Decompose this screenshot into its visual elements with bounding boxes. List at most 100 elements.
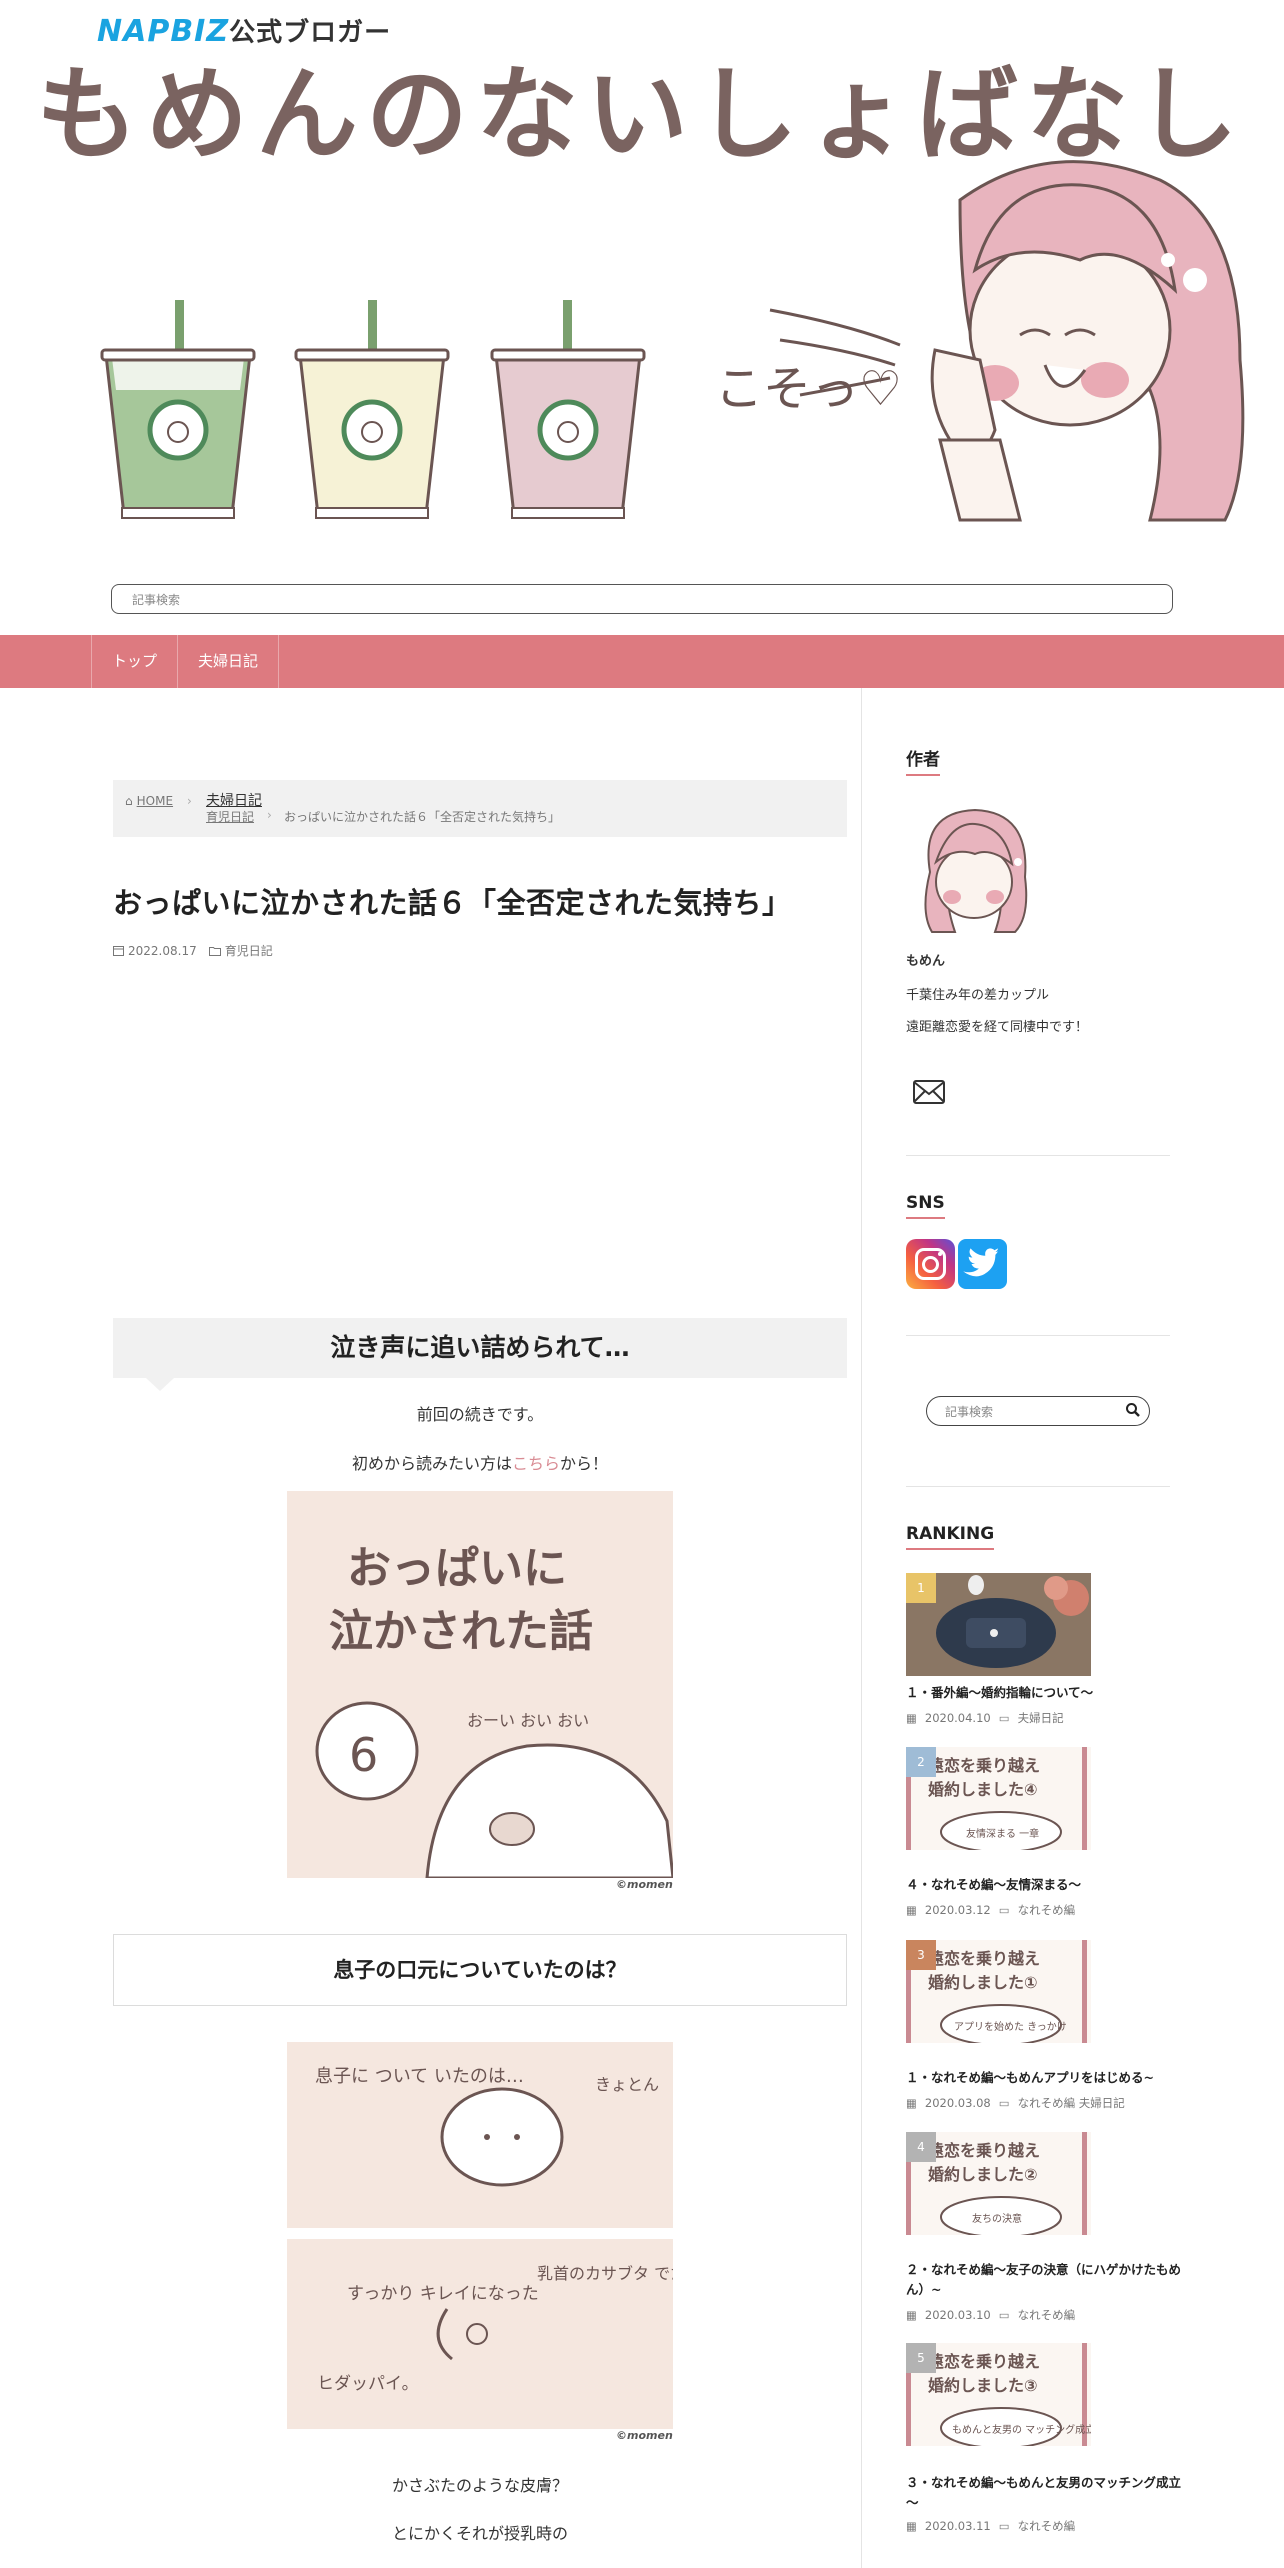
comic-text: ヒダッパイ。 xyxy=(317,2374,419,2394)
ranking-date: 2020.03.12 xyxy=(924,1903,991,1917)
header-illustration: こそっ♡ xyxy=(100,160,1245,522)
paragraph: かさぶたのような皮膚？ xyxy=(391,2476,568,2495)
mail-icon[interactable] xyxy=(912,1078,946,1106)
comic-panel-1: 息子に ついて いたのは… きょとん xyxy=(287,2042,673,2228)
nav-item-top[interactable]: トップ xyxy=(91,635,177,688)
post-category-link[interactable]: 育児日記 xyxy=(225,942,273,959)
svg-text:友情深まる 一章: 友情深まる 一章 xyxy=(966,1827,1039,1840)
svg-text:友ちの決意: 友ちの決意 xyxy=(972,2212,1022,2225)
instagram-icon[interactable] xyxy=(906,1239,955,1289)
svg-text:婚約しました③: 婚約しました③ xyxy=(928,2376,1038,2395)
site-header: NAPBIZ公式ブロガー もめんのないしょばなし こそっ♡ 記事検索 xyxy=(0,0,1284,635)
paragraph-with-link: 初めから読みたい方はこちらから！ xyxy=(351,1454,609,1473)
ranking-item[interactable]: 1 １・番外編～婚約指輪について～ ▦ 2020.04.10 ▭ 夫婦日記 xyxy=(906,1573,1170,1733)
read-from-start-link[interactable]: こちら xyxy=(512,1454,560,1473)
search-icon[interactable] xyxy=(1125,1402,1141,1418)
calendar-icon: ▦ xyxy=(906,2308,917,2322)
column-divider xyxy=(861,688,862,2568)
global-nav: トップ 夫婦日記 xyxy=(0,635,1284,688)
svg-text:遠恋を乗り越え: 遠恋を乗り越え xyxy=(928,1949,1040,1968)
comic-episode-number: 6 xyxy=(349,1728,378,1782)
folder-icon xyxy=(208,946,221,956)
ranking-date: 2020.04.10 xyxy=(924,1711,991,1725)
ranking-category[interactable]: 夫婦日記 xyxy=(1018,1710,1064,1726)
drink-cup-pink-icon xyxy=(490,300,646,519)
section-heading-h3: 息子の口元についていたのは？ xyxy=(113,1934,847,2006)
comic-text: 乳首のカサブタ でた!! xyxy=(537,2264,673,2283)
svg-text:遠恋を乗り越え: 遠恋を乗り越え xyxy=(928,2352,1040,2371)
sidebar-sns-heading: SNS xyxy=(906,1193,945,1219)
ranking-date: 2020.03.08 xyxy=(924,2096,991,2110)
sidebar-divider xyxy=(906,1335,1170,1336)
ranking-thumbnail[interactable]: 遠恋を乗り越え 婚約しました④ 友情深まる 一章 2 xyxy=(906,1747,1091,1850)
breadcrumb-home-link[interactable]: ⌂ HOME xyxy=(125,794,173,808)
comic-text: 息子に ついて いたのは… xyxy=(315,2066,524,2087)
ranking-thumbnail[interactable]: 遠恋を乗り越え 婚約しました② 友ちの決意 4 xyxy=(906,2132,1091,2235)
ranking-item[interactable]: 遠恋を乗り越え 婚約しました① アプリを始めた きっかけ 3 １・なれそめ編～も… xyxy=(906,1940,1170,2110)
svg-text:アプリを始めた きっかけ: アプリを始めた きっかけ xyxy=(954,2020,1067,2033)
section-heading-h2: 泣き声に追い詰められて… xyxy=(113,1318,847,1378)
folder-icon: ▭ xyxy=(998,1711,1010,1725)
author-bio-line1: 千葉住み年の差カップル xyxy=(906,988,1050,1003)
svg-text:遠恋を乗り越え: 遠恋を乗り越え xyxy=(928,2141,1040,2160)
breadcrumb: ⌂ HOME › 夫婦日記 育児日記 › おっぱいに泣かされた話６「全否定された気… xyxy=(113,780,847,837)
sidebar-ranking-heading: RANKING xyxy=(906,1524,995,1550)
ranking-thumbnail[interactable]: 1 xyxy=(906,1573,1091,1676)
sidebar-divider xyxy=(906,1155,1170,1156)
breadcrumb-category-link[interactable]: 夫婦日記 xyxy=(206,790,262,810)
ranking-thumbnail[interactable]: 遠恋を乗り越え 婚約しました① アプリを始めた きっかけ 3 xyxy=(906,1940,1091,2043)
breadcrumb-current: おっぱいに泣かされた話６「全否定された気持ち」 xyxy=(284,810,561,824)
ranking-title[interactable]: ４・なれそめ編～友情深まる～ xyxy=(906,1875,1186,1895)
comic-panel-2: 乳首のカサブタ でた!! すっかり キレイになった ヒダッパイ。 xyxy=(287,2239,673,2429)
ranking-badge: 2 xyxy=(906,1747,936,1777)
header-search-input[interactable]: 記事検索 xyxy=(111,584,1173,614)
ranking-badge: 3 xyxy=(906,1940,936,1970)
author-bio-line2: 遠距離恋愛を経て同棲中です！ xyxy=(906,1020,1089,1035)
calendar-icon: ▦ xyxy=(906,2519,917,2533)
drink-cup-green-icon xyxy=(100,300,256,519)
ranking-category[interactable]: なれそめ編 xyxy=(1018,1902,1076,1918)
twitter-icon[interactable] xyxy=(958,1239,1007,1289)
ranking-title[interactable]: １・なれそめ編～もめんアプリをはじめる~ xyxy=(906,2068,1186,2088)
calendar-icon xyxy=(113,946,124,956)
calendar-icon: ▦ xyxy=(906,1903,917,1917)
ranking-category[interactable]: なれそめ編 xyxy=(1018,2518,1076,2534)
chevron-right-icon: › xyxy=(187,794,192,808)
breadcrumb-subcategory-link[interactable]: 育児日記 xyxy=(206,808,254,825)
ranking-badge: 5 xyxy=(906,2343,936,2373)
svg-text:もめんと友男の マッチング成立: もめんと友男の マッチング成立 xyxy=(952,2423,1091,2436)
post-title: おっぱいに泣かされた話６「全否定された気持ち」 xyxy=(113,886,792,920)
ranking-item[interactable]: 遠恋を乗り越え 婚約しました③ もめんと友男の マッチング成立 5 ３・なれそめ… xyxy=(906,2343,1181,2534)
ranking-date: 2020.03.11 xyxy=(924,2519,991,2533)
author-girl-illustration-icon xyxy=(930,160,1245,522)
chevron-right-icon: › xyxy=(267,808,272,822)
post-meta: 2022.08.17 育児日記 xyxy=(113,942,273,959)
ranking-item[interactable]: 遠恋を乗り越え 婚約しました④ 友情深まる 一章 2 ４・なれそめ編～友情深まる… xyxy=(906,1747,1170,1917)
comic-text: すっかり キレイになった xyxy=(347,2284,539,2304)
post-date: 2022.08.17 xyxy=(128,943,197,958)
ranking-badge: 1 xyxy=(906,1573,936,1603)
home-icon: ⌂ xyxy=(125,794,133,808)
svg-text:婚約しました①: 婚約しました① xyxy=(928,1973,1038,1992)
heading-tail xyxy=(146,1378,174,1391)
folder-icon: ▭ xyxy=(998,2519,1010,2533)
ranking-badge: 4 xyxy=(906,2132,936,2162)
napbiz-logo[interactable]: NAPBIZ公式ブロガー xyxy=(97,12,391,49)
ranking-category[interactable]: なれそめ編 夫婦日記 xyxy=(1018,2095,1125,2111)
ranking-category[interactable]: なれそめ編 xyxy=(1018,2307,1076,2323)
comic-sfx: おーい おい おい xyxy=(467,1711,589,1730)
paragraph: 前回の続きです。 xyxy=(416,1405,544,1424)
author-avatar[interactable] xyxy=(910,802,1040,937)
nav-item-fuufu-diary[interactable]: 夫婦日記 xyxy=(177,635,280,688)
sidebar-search-input[interactable]: 記事検索 xyxy=(926,1396,1150,1426)
ranking-item[interactable]: 遠恋を乗り越え 婚約しました② 友ちの決意 4 ２・なれそめ編～友子の決意（にハ… xyxy=(906,2132,1181,2322)
comic-title-line2: 泣かされた話 xyxy=(329,1606,593,1657)
ranking-title[interactable]: １・番外編～婚約指輪について～ xyxy=(906,1683,1186,1703)
kosotto-text: こそっ♡ xyxy=(715,361,902,417)
paragraph: とにかくそれが授乳時の xyxy=(391,2524,568,2543)
ranking-title[interactable]: ３・なれそめ編～もめんと友男のマッチング成立～ xyxy=(906,2473,1186,2513)
ranking-date: 2020.03.10 xyxy=(924,2308,991,2322)
ranking-title[interactable]: ２・なれそめ編～友子の決意（にハゲかけたもめん）~ xyxy=(906,2260,1186,2300)
author-name: もめん xyxy=(906,954,946,969)
ranking-thumbnail[interactable]: 遠恋を乗り越え 婚約しました③ もめんと友男の マッチング成立 5 xyxy=(906,2343,1091,2446)
